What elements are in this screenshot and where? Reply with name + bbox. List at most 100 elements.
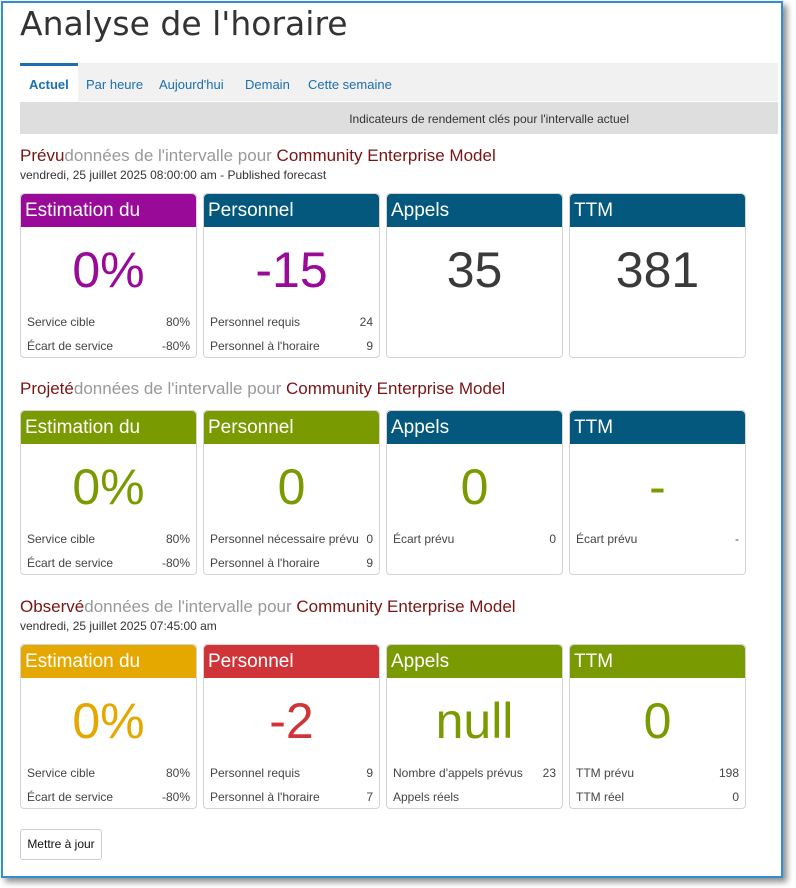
- kpi-row-value: -80%: [161, 790, 190, 804]
- kpi-row-value: 23: [542, 766, 556, 780]
- kpi-row-label: Personnel nécessaire prévu: [210, 532, 359, 546]
- kpi-card-value: 0: [460, 459, 489, 515]
- kpi-card-value: 35: [446, 242, 503, 298]
- kpi-card-header: TTM: [570, 645, 745, 678]
- section-model-name: Community Enterprise Model: [276, 146, 496, 165]
- kpi-card: Estimation du 0% Service cible 80% Écart de …: [20, 193, 197, 358]
- kpi-card: Estimation du 0% Service cible 80% Écart de …: [20, 410, 197, 575]
- kpi-row-label: Appels réels: [393, 790, 460, 804]
- kpi-subheader-text: Indicateurs de rendement clés pour l'int…: [349, 112, 629, 126]
- section-title-text: données de l'intervalle pour: [73, 379, 286, 398]
- kpi-row-label: TTM réel: [576, 790, 624, 804]
- kpi-card: Appels null Nombre d'appels prévus 23 Appels…: [386, 644, 563, 809]
- kpi-card-row: Service cible 80%: [27, 766, 190, 780]
- kpi-row-label: Service cible: [27, 315, 96, 329]
- kpi-row-label: Nombre d'appels prévus: [393, 766, 523, 780]
- kpi-card: TTM - Écart prévu -: [569, 410, 746, 575]
- section-date-prevu: vendredi, 25 juillet 2025 08:00:00 am - …: [20, 168, 327, 182]
- kpi-card-header: Personnel: [204, 411, 379, 444]
- kpi-row-label: Service cible: [27, 766, 96, 780]
- kpi-card-value: 0: [277, 459, 306, 515]
- kpi-card-header: Personnel: [204, 645, 379, 678]
- kpi-card: TTM 0 TTM prévu 198 TTM réel 0: [569, 644, 746, 809]
- tab-actuel[interactable]: Actuel: [20, 63, 78, 101]
- kpi-row-value: 9: [366, 766, 373, 780]
- section-title-projete: Projetédonnées de l'intervalle pour Comm…: [20, 379, 505, 399]
- kpi-row-value: 9: [366, 556, 373, 570]
- kpi-row-label: Personnel requis: [210, 766, 301, 780]
- section-keyword: Observé: [20, 597, 85, 616]
- kpi-card-value: 0%: [72, 693, 145, 749]
- kpi-card-row: Personnel requis 24: [210, 315, 373, 329]
- kpi-card-value: -2: [269, 693, 314, 749]
- kpi-row-label: Personnel à l'horaire: [210, 339, 320, 353]
- kpi-card-row: TTM prévu 198: [576, 766, 739, 780]
- kpi-row-value: -80%: [161, 556, 190, 570]
- kpi-row-value: -: [735, 532, 739, 546]
- kpi-card-value: null: [435, 693, 514, 749]
- kpi-card-value: -: [649, 459, 666, 515]
- tab-par-heure[interactable]: Par heure: [86, 63, 143, 101]
- section-keyword: Projeté: [20, 379, 74, 398]
- kpi-card-header: Estimation du: [21, 194, 196, 227]
- kpi-row-value: 7: [366, 790, 373, 804]
- kpi-card-value: -15: [255, 242, 328, 298]
- kpi-row-value: 80%: [165, 315, 190, 329]
- kpi-row-label: Écart prévu: [576, 532, 638, 546]
- kpi-row-value: 0: [732, 790, 739, 804]
- tab-aujourdhui[interactable]: Aujourd'hui: [159, 63, 224, 101]
- kpi-row-label: Service cible: [27, 532, 96, 546]
- kpi-row-value: 0: [549, 532, 556, 546]
- kpi-row-value: 80%: [165, 532, 190, 546]
- kpi-row-value: 80%: [165, 766, 190, 780]
- kpi-row-value: 0: [366, 532, 373, 546]
- section-model-name: Community Enterprise Model: [286, 379, 506, 398]
- kpi-card-row: Service cible 80%: [27, 315, 190, 329]
- kpi-row-label: Écart de service: [27, 790, 114, 804]
- kpi-card-row: Écart de service -80%: [27, 339, 190, 353]
- page-title: Analyse de l'horaire: [20, 4, 348, 43]
- kpi-card-header: TTM: [570, 411, 745, 444]
- kpi-row-value: 9: [366, 339, 373, 353]
- section-title-prevu: Prévudonnées de l'intervalle pour Commun…: [20, 146, 496, 166]
- section-title-text: données de l'intervalle pour: [64, 146, 277, 165]
- kpi-row-label: Personnel à l'horaire: [210, 790, 320, 804]
- kpi-card-row: Appels réels: [393, 790, 556, 804]
- kpi-card: Personnel -2 Personnel requis 9 Personnel à …: [203, 644, 380, 809]
- tab-bar: Actuel Par heure Aujourd'hui Demain Cett…: [20, 63, 778, 101]
- kpi-card-row: Personnel nécessaire prévu 0: [210, 532, 373, 546]
- kpi-card-row: Personnel à l'horaire 7: [210, 790, 373, 804]
- kpi-card-row: Personnel à l'horaire 9: [210, 339, 373, 353]
- section-date-observe: vendredi, 25 juillet 2025 07:45:00 am: [20, 619, 217, 633]
- kpi-card: Personnel -15 Personnel requis 24 Personnel …: [203, 193, 380, 358]
- kpi-card-row: Personnel requis 9: [210, 766, 373, 780]
- kpi-card-row: Écart prévu -: [576, 532, 739, 546]
- kpi-subheader-bar: Indicateurs de rendement clés pour l'int…: [20, 102, 778, 134]
- kpi-card: Appels 0 Écart prévu 0: [386, 410, 563, 575]
- section-title-text: données de l'intervalle pour: [84, 597, 297, 616]
- kpi-card-row: Écart de service -80%: [27, 556, 190, 570]
- update-button[interactable]: Mettre à jour: [20, 829, 102, 860]
- kpi-card: Estimation du 0% Service cible 80% Écart de …: [20, 644, 197, 809]
- kpi-card-row: Nombre d'appels prévus 23: [393, 766, 556, 780]
- kpi-card-header: Appels: [387, 645, 562, 678]
- kpi-card-header: Estimation du: [21, 645, 196, 678]
- kpi-row-value: -80%: [161, 339, 190, 353]
- tab-cette-semaine[interactable]: Cette semaine: [308, 63, 392, 101]
- kpi-card-header: Appels: [387, 194, 562, 227]
- kpi-card-value: 381: [615, 242, 700, 298]
- kpi-card-row: Écart prévu 0: [393, 532, 556, 546]
- kpi-row-label: Écart de service: [27, 339, 114, 353]
- section-title-observe: Observédonnées de l'intervalle pour Comm…: [20, 597, 516, 617]
- kpi-row-value: 198: [718, 766, 739, 780]
- kpi-row-label: Écart prévu: [393, 532, 455, 546]
- kpi-card-value: 0: [643, 693, 672, 749]
- kpi-card-header: Personnel: [204, 194, 379, 227]
- tab-demain[interactable]: Demain: [245, 63, 290, 101]
- kpi-row-label: Personnel à l'horaire: [210, 556, 320, 570]
- kpi-card-row: Personnel à l'horaire 9: [210, 556, 373, 570]
- kpi-row-value: 24: [359, 315, 373, 329]
- kpi-card: Personnel 0 Personnel nécessaire prévu 0 Per…: [203, 410, 380, 575]
- section-keyword: Prévu: [20, 146, 65, 165]
- kpi-card: TTM 381: [569, 193, 746, 358]
